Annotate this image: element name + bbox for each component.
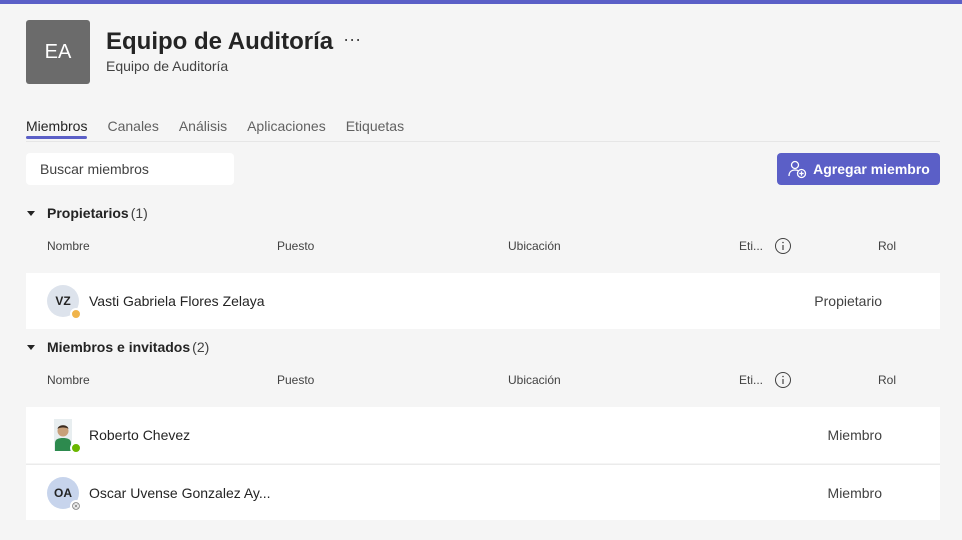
avatar: VZ [47,285,82,320]
owners-section-toggle[interactable]: Propietarios (1) [26,205,148,221]
column-header-name[interactable]: Nombre [47,239,90,253]
members-section-title: Miembros e invitados [47,339,191,355]
team-header: EA Equipo de Auditoría ··· Equipo de Aud… [26,20,361,84]
members-section-count: (2) [192,339,210,355]
column-header-title[interactable]: Puesto [277,239,314,253]
top-accent-bar [0,0,962,4]
tab-aplicaciones[interactable]: Aplicaciones [247,118,326,138]
team-subtitle: Equipo de Auditoría [106,58,229,74]
column-header-location[interactable]: Ubicación [508,239,561,253]
column-header-tags[interactable]: Eti... [739,239,763,253]
chevron-down-icon [27,344,35,350]
column-header-location[interactable]: Ubicación [508,373,561,387]
member-name: Oscar Uvense Gonzalez Ay... [89,485,271,501]
search-box[interactable] [26,153,234,185]
members-column-headers: Nombre Puesto Ubicación Eti... Rol [26,371,940,393]
members-section-toggle[interactable]: Miembros e invitados (2) [26,339,209,355]
team-title-row: Equipo de Auditoría ··· [106,28,361,56]
add-member-button[interactable]: Agregar miembro [777,153,940,185]
owners-section-count: (1) [130,205,148,221]
chevron-down-icon [27,210,35,216]
column-header-name[interactable]: Nombre [47,373,90,387]
column-header-role[interactable]: Rol [878,239,896,253]
avatar: OA [47,477,82,512]
column-header-tags[interactable]: Eti... [739,373,763,387]
member-role[interactable]: Miembro [828,427,882,443]
info-icon[interactable] [774,371,792,389]
tabs-divider [26,141,940,142]
avatar [47,419,82,454]
member-role[interactable]: Propietario [814,293,882,309]
table-row[interactable]: Roberto Chevez Miembro [26,407,940,463]
away-status-icon [70,308,82,320]
add-person-icon [788,160,807,179]
add-member-label: Agregar miembro [813,161,930,177]
tab-bar: Miembros Canales Análisis Aplicaciones E… [26,118,424,139]
avatar-initials: VZ [55,294,71,308]
available-status-icon [70,442,82,454]
member-role[interactable]: Miembro [828,485,882,501]
tab-analisis[interactable]: Análisis [179,118,227,138]
owners-column-headers: Nombre Puesto Ubicación Eti... Rol [26,237,940,259]
tab-etiquetas[interactable]: Etiquetas [346,118,404,138]
team-text: Equipo de Auditoría ··· Equipo de Audito… [106,28,361,74]
table-row[interactable]: VZ Vasti Gabriela Flores Zelaya Propieta… [26,273,940,329]
offline-status-icon [70,500,82,512]
table-row[interactable]: OA Oscar Uvense Gonzalez Ay... Miembro [26,464,940,520]
column-header-role[interactable]: Rol [878,373,896,387]
column-header-title[interactable]: Puesto [277,373,314,387]
team-avatar: EA [26,20,90,84]
search-input[interactable] [38,160,223,178]
info-icon[interactable] [774,237,792,255]
member-name: Roberto Chevez [89,427,191,443]
member-name: Vasti Gabriela Flores Zelaya [89,293,265,309]
tab-canales[interactable]: Canales [107,118,158,138]
more-options-button[interactable]: ··· [343,30,361,52]
avatar-initials: OA [54,486,72,500]
owners-section-title: Propietarios [47,205,129,221]
team-title: Equipo de Auditoría [106,28,334,55]
tab-miembros[interactable]: Miembros [26,118,88,139]
